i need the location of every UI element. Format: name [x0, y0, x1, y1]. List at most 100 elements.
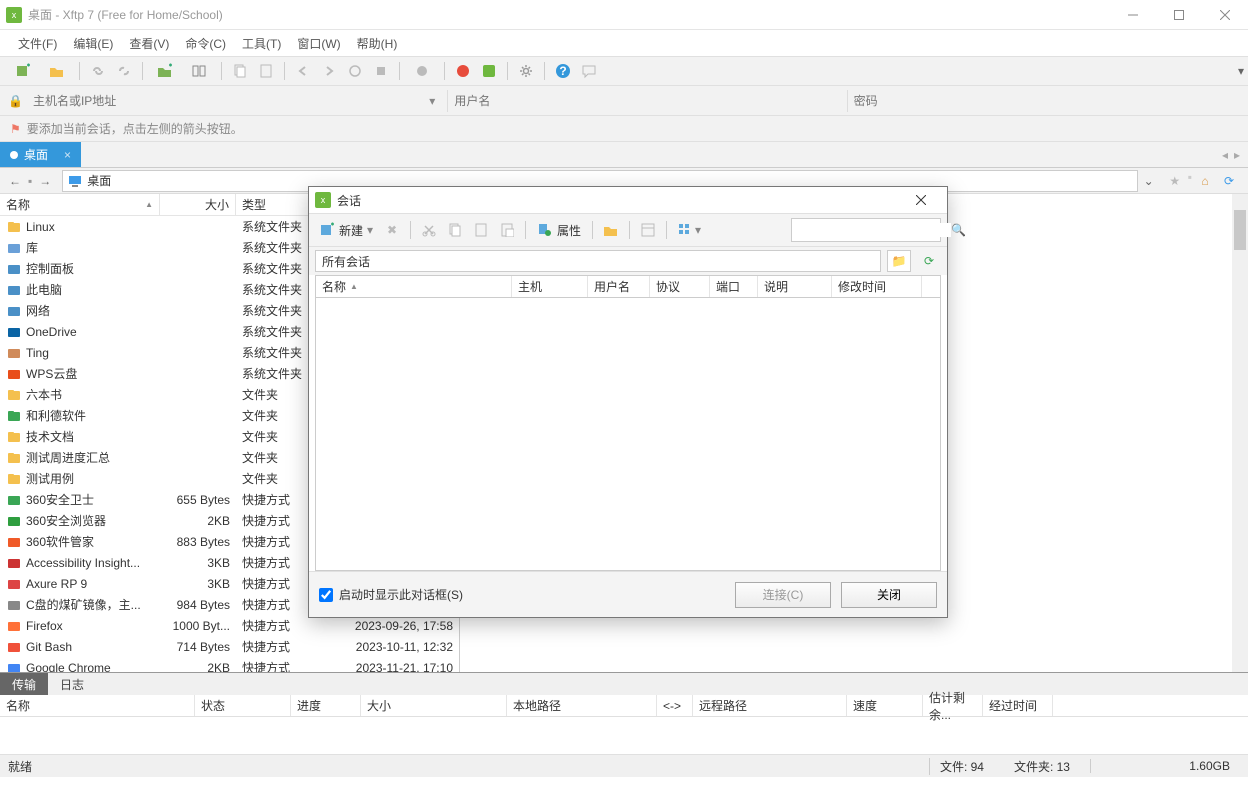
dialog-titlebar: x 会话	[309, 187, 947, 213]
toolbar-overflow[interactable]: ▾	[1238, 64, 1244, 78]
menu-item[interactable]: 帮助(H)	[349, 32, 406, 55]
close-button-dialog[interactable]: 关闭	[841, 582, 937, 608]
transfer-col[interactable]: 本地路径	[507, 695, 657, 716]
home-button[interactable]: ⌂	[1194, 170, 1216, 192]
copy-button[interactable]	[229, 60, 251, 82]
dialog-open-folder-button[interactable]	[600, 219, 622, 241]
transfer-col[interactable]: 经过时间	[983, 695, 1053, 716]
menu-item[interactable]: 文件(F)	[10, 32, 65, 55]
dialog-new-button[interactable]: 新建 ▾	[315, 220, 377, 241]
tab-transfer[interactable]: 传输	[0, 673, 48, 695]
col-name[interactable]: 名称▲	[0, 194, 160, 215]
tab-log[interactable]: 日志	[48, 673, 96, 695]
layout-button[interactable]	[184, 60, 214, 82]
path-dropdown[interactable]: ⌄	[1140, 174, 1158, 188]
connect-button[interactable]: 连接(C)	[735, 582, 831, 608]
menu-item[interactable]: 编辑(E)	[65, 32, 121, 55]
dialog-view-button[interactable]: ▾	[674, 219, 704, 241]
dialog-paste-button[interactable]	[470, 219, 492, 241]
file-row[interactable]: Google Chrome2KB快捷方式2023-11-21, 17:10	[0, 657, 459, 672]
green-square-button[interactable]	[478, 60, 500, 82]
dialog-copy-button[interactable]	[444, 219, 466, 241]
settings-button[interactable]	[515, 60, 537, 82]
open-session-button[interactable]	[42, 60, 72, 82]
hint-text: 要添加当前会话，点击左侧的箭头按钮。	[27, 120, 243, 137]
transfer-col[interactable]: 大小	[361, 695, 507, 716]
stop-button[interactable]	[370, 60, 392, 82]
file-name: Google Chrome	[26, 661, 111, 673]
tab-close-icon[interactable]: ×	[64, 148, 71, 162]
dialog-search[interactable]: 🔍	[791, 218, 941, 242]
tab-scroll-left[interactable]: ◂	[1222, 148, 1228, 162]
dialog-layout-button[interactable]	[637, 219, 659, 241]
transfer-list[interactable]	[0, 717, 1248, 755]
password-input[interactable]	[847, 90, 1240, 112]
tab-desktop[interactable]: 桌面 ×	[0, 142, 81, 167]
dialog-path-input[interactable]: 所有会话	[315, 250, 881, 272]
dialog-col[interactable]: 协议	[650, 276, 710, 297]
help-button[interactable]: ?	[552, 60, 574, 82]
dialog-session-list[interactable]	[315, 297, 941, 571]
record-button[interactable]	[407, 60, 437, 82]
new-session-button[interactable]	[8, 60, 38, 82]
chat-button[interactable]	[578, 60, 600, 82]
dialog-col[interactable]: 用户名	[588, 276, 650, 297]
dialog-col[interactable]: 端口	[710, 276, 758, 297]
dialog-properties-button[interactable]: 属性	[533, 220, 585, 241]
dialog-search-input[interactable]	[796, 223, 951, 237]
transfer-col[interactable]: 远程路径	[693, 695, 847, 716]
dialog-paste2-button[interactable]	[496, 219, 518, 241]
file-row[interactable]: Firefox1000 Byt...快捷方式2023-09-26, 17:58	[0, 615, 459, 636]
close-button[interactable]	[1202, 0, 1248, 30]
dialog-delete-button[interactable]: ✖	[381, 219, 403, 241]
transfer-col[interactable]: 进度	[291, 695, 361, 716]
file-row[interactable]: Git Bash714 Bytes快捷方式2023-10-11, 12:32	[0, 636, 459, 657]
transfer-col[interactable]: 名称	[0, 695, 195, 716]
file-icon	[6, 282, 22, 298]
sort-asc-icon: ▲	[145, 200, 153, 209]
link-button[interactable]	[87, 60, 109, 82]
red-circle-button[interactable]	[452, 60, 474, 82]
dialog-show-on-start-checkbox[interactable]: 启动时显示此对话框(S)	[319, 586, 463, 603]
sync-button[interactable]	[344, 60, 366, 82]
unlink-button[interactable]	[113, 60, 135, 82]
transfer-right-button[interactable]	[318, 60, 340, 82]
back-button[interactable]: ←	[4, 170, 26, 192]
paste-button[interactable]	[255, 60, 277, 82]
username-input[interactable]	[447, 90, 840, 112]
dialog-close-button[interactable]	[901, 187, 941, 213]
dialog-up-button[interactable]: 📁	[887, 250, 911, 272]
menu-item[interactable]: 工具(T)	[234, 32, 289, 55]
col-size[interactable]: 大小	[160, 194, 236, 215]
forward-button[interactable]: →	[34, 170, 56, 192]
dialog-col[interactable]: 说明	[758, 276, 832, 297]
dialog-col[interactable]: 名称 ▲	[316, 276, 512, 297]
dialog-refresh-button[interactable]: ⟳	[917, 250, 941, 272]
tab-scroll-right[interactable]: ▸	[1234, 148, 1240, 162]
scrollbar-thumb[interactable]	[1234, 210, 1246, 250]
minimize-button[interactable]	[1110, 0, 1156, 30]
dialog-cut-button[interactable]	[418, 219, 440, 241]
transfer-col[interactable]: 速度	[847, 695, 923, 716]
file-icon	[6, 534, 22, 550]
star-button[interactable]: ★	[1164, 170, 1186, 192]
transfer-col[interactable]: 状态	[195, 695, 291, 716]
maximize-button[interactable]	[1156, 0, 1202, 30]
scrollbar[interactable]	[1232, 194, 1248, 672]
menu-item[interactable]: 查看(V)	[121, 32, 177, 55]
dialog-col[interactable]: 修改时间	[832, 276, 922, 297]
dialog-checkbox-input[interactable]	[319, 588, 333, 602]
dialog-col[interactable]: 主机	[512, 276, 588, 297]
dialog-columns: 名称 ▲主机用户名协议端口说明修改时间	[316, 276, 940, 298]
refresh-button[interactable]: ⟳	[1218, 170, 1240, 192]
menu-item[interactable]: 命令(C)	[177, 32, 234, 55]
file-name: 网络	[26, 302, 50, 319]
file-icon	[6, 513, 22, 529]
host-input[interactable]	[29, 90, 417, 112]
host-dropdown[interactable]: ▾	[423, 94, 441, 108]
transfer-left-button[interactable]	[292, 60, 314, 82]
new-folder-button[interactable]	[150, 60, 180, 82]
transfer-col[interactable]: 估计剩余...	[923, 695, 983, 716]
menu-item[interactable]: 窗口(W)	[289, 32, 348, 55]
transfer-col[interactable]: <->	[657, 695, 693, 716]
